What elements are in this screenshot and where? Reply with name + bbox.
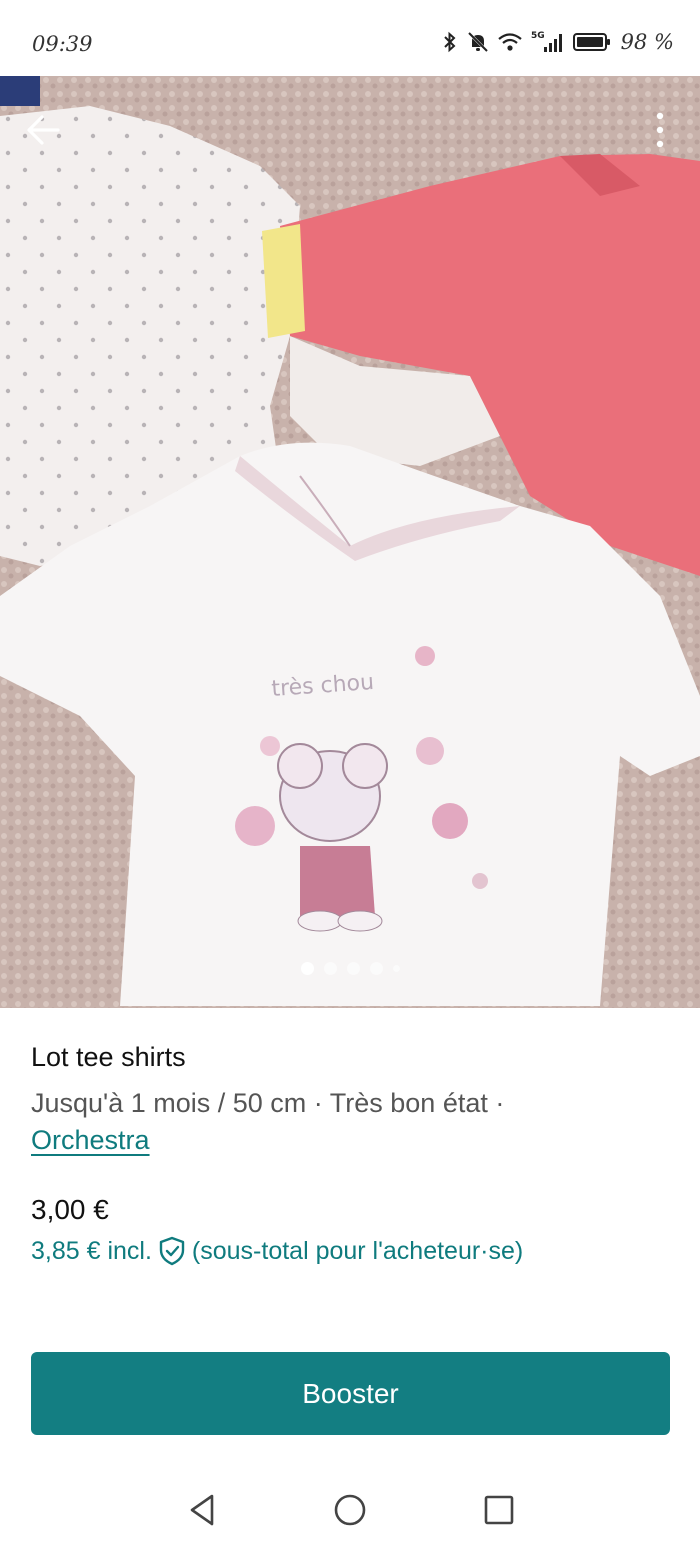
carousel-dot[interactable]	[300, 962, 314, 975]
carousel-indicator	[0, 962, 700, 975]
wifi-icon	[497, 33, 522, 51]
bluetooth-icon	[443, 31, 456, 53]
carousel-dot[interactable]	[369, 962, 383, 975]
brand-link[interactable]: Orchestra	[31, 1125, 150, 1155]
product-details: Lot tee shirts Jusqu'à 1 mois / 50 cm · …	[31, 1042, 671, 1159]
product-photo[interactable]: très chou	[0, 76, 700, 1008]
svg-text:5G: 5G	[531, 31, 545, 41]
signal-5g-icon: 5G	[531, 31, 562, 52]
product-price: 3,00 €	[31, 1194, 109, 1225]
carousel-dot[interactable]	[323, 962, 337, 975]
status-bar: 09:39 5G 98 %	[0, 0, 700, 76]
carousel-dot[interactable]	[392, 965, 400, 972]
price-incl-value: 3,85 € incl.	[31, 1236, 152, 1265]
booster-button[interactable]: Booster	[31, 1352, 670, 1435]
carousel-dot[interactable]	[346, 962, 360, 975]
buyer-protection-price[interactable]: 3,85 € incl. (sous-total pour l'acheteur…	[31, 1236, 523, 1266]
nav-home-icon[interactable]	[330, 1490, 370, 1530]
status-icons: 5G 98 %	[441, 30, 674, 54]
battery-percentage: 98 %	[620, 30, 674, 54]
back-arrow-icon[interactable]	[22, 108, 66, 152]
nav-recents-icon[interactable]	[479, 1490, 519, 1530]
price-incl-note: (sous-total pour l'acheteur·se)	[191, 1236, 524, 1265]
product-size-condition: Jusqu'à 1 mois / 50 cm · Très bon état ·	[31, 1088, 505, 1118]
nav-back-icon[interactable]	[184, 1490, 224, 1530]
product-photo-image: très chou	[0, 76, 700, 1008]
product-title: Lot tee shirts	[31, 1042, 186, 1072]
shield-check-icon	[159, 1236, 185, 1266]
status-time: 09:39	[32, 32, 93, 56]
mute-icon	[467, 31, 488, 53]
battery-icon	[572, 33, 610, 51]
product-subtitle: Jusqu'à 1 mois / 50 cm · Très bon état ·…	[31, 1085, 671, 1159]
more-options-icon[interactable]	[648, 108, 672, 152]
